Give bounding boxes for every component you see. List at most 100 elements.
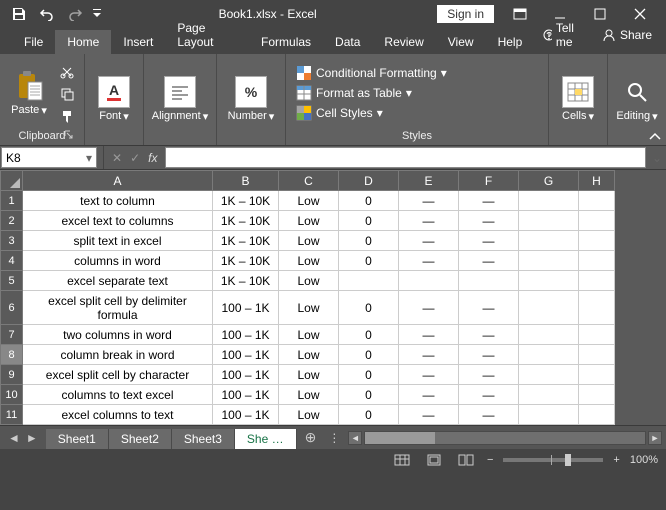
sign-in-button[interactable]: Sign in <box>437 5 494 23</box>
tab-review[interactable]: Review <box>372 30 435 54</box>
cell[interactable] <box>579 365 615 385</box>
tell-me-button[interactable]: ?Tell me <box>534 16 590 54</box>
tab-insert[interactable]: Insert <box>111 30 165 54</box>
cell[interactable]: column break in word <box>23 345 213 365</box>
row-header[interactable]: 5 <box>1 271 23 291</box>
cell[interactable]: — <box>399 385 459 405</box>
worksheet-grid[interactable]: A B C D E F G H 1 text to column 1K – 10… <box>0 170 666 425</box>
cell[interactable]: — <box>399 291 459 325</box>
editing-button[interactable]: Editing▾ <box>614 74 660 125</box>
clipboard-dialog-launcher[interactable] <box>64 130 76 142</box>
cell[interactable]: — <box>399 251 459 271</box>
cell[interactable]: 100 – 1K <box>213 365 279 385</box>
cell[interactable]: — <box>459 365 519 385</box>
cell[interactable]: — <box>399 325 459 345</box>
tab-home[interactable]: Home <box>55 30 111 54</box>
page-layout-view-button[interactable] <box>423 451 445 469</box>
cell[interactable]: Low <box>279 211 339 231</box>
cells-button[interactable]: Cells▾ <box>555 74 601 125</box>
cell[interactable] <box>519 365 579 385</box>
row-header[interactable]: 6 <box>1 291 23 325</box>
cell[interactable]: 100 – 1K <box>213 291 279 325</box>
sheet-tab[interactable]: Sheet3 <box>172 429 235 449</box>
font-button[interactable]: AFont▾ <box>91 74 137 125</box>
row-header[interactable]: 8 <box>1 345 23 365</box>
collapse-ribbon-button[interactable] <box>648 131 662 143</box>
cell[interactable]: — <box>459 231 519 251</box>
cell[interactable]: Low <box>279 251 339 271</box>
cell[interactable] <box>459 271 519 291</box>
cell[interactable]: excel split cell by character <box>23 365 213 385</box>
cell[interactable] <box>579 291 615 325</box>
cell[interactable]: split text in excel <box>23 231 213 251</box>
qat-customize-button[interactable] <box>90 2 104 26</box>
cell[interactable]: 100 – 1K <box>213 345 279 365</box>
cell[interactable]: 0 <box>339 405 399 425</box>
cell[interactable]: 1K – 10K <box>213 271 279 291</box>
cell[interactable]: text to column <box>23 191 213 211</box>
cell[interactable]: excel split cell by delimiter formula <box>23 291 213 325</box>
row-header[interactable]: 3 <box>1 231 23 251</box>
cell[interactable]: Low <box>279 325 339 345</box>
sheet-tab[interactable]: Sheet2 <box>109 429 172 449</box>
tab-view[interactable]: View <box>436 30 486 54</box>
column-header[interactable]: G <box>519 171 579 191</box>
cell[interactable]: — <box>459 405 519 425</box>
cell[interactable]: 0 <box>339 211 399 231</box>
cell[interactable]: — <box>459 385 519 405</box>
tab-help[interactable]: Help <box>486 30 535 54</box>
scrollbar-track[interactable] <box>364 431 646 445</box>
cell[interactable]: 100 – 1K <box>213 325 279 345</box>
cell[interactable]: 1K – 10K <box>213 191 279 211</box>
scroll-left-button[interactable]: ◄ <box>348 431 362 445</box>
tab-data[interactable]: Data <box>323 30 372 54</box>
zoom-slider-handle[interactable] <box>565 454 571 466</box>
cell[interactable]: — <box>399 231 459 251</box>
sheet-tab[interactable]: Sheet1 <box>46 429 109 449</box>
column-header[interactable]: F <box>459 171 519 191</box>
page-break-view-button[interactable] <box>455 451 477 469</box>
row-header[interactable]: 4 <box>1 251 23 271</box>
cell[interactable]: — <box>459 325 519 345</box>
enter-formula-button[interactable]: ✓ <box>130 151 140 165</box>
cell[interactable]: columns in word <box>23 251 213 271</box>
cell[interactable] <box>579 385 615 405</box>
new-sheet-button[interactable]: ⊕ <box>297 429 325 446</box>
cell[interactable]: 1K – 10K <box>213 231 279 251</box>
alignment-button[interactable]: Alignment▾ <box>150 74 210 125</box>
save-button[interactable] <box>6 2 32 26</box>
cell[interactable] <box>519 271 579 291</box>
column-header[interactable]: C <box>279 171 339 191</box>
cell[interactable]: — <box>459 345 519 365</box>
cell[interactable] <box>579 211 615 231</box>
share-button[interactable]: Share <box>594 23 660 47</box>
zoom-out-button[interactable]: − <box>487 454 493 466</box>
row-header[interactable]: 1 <box>1 191 23 211</box>
cell[interactable] <box>579 405 615 425</box>
cancel-formula-button[interactable]: ✕ <box>112 151 122 165</box>
cell[interactable] <box>519 231 579 251</box>
zoom-slider[interactable] <box>503 458 603 462</box>
cell[interactable] <box>519 251 579 271</box>
copy-button[interactable] <box>56 84 78 104</box>
cell[interactable]: Low <box>279 271 339 291</box>
select-all-button[interactable] <box>1 171 23 191</box>
format-painter-button[interactable] <box>56 106 78 126</box>
row-header[interactable]: 11 <box>1 405 23 425</box>
cell[interactable]: 0 <box>339 385 399 405</box>
cell[interactable]: — <box>399 365 459 385</box>
format-as-table-button[interactable]: Format as Table▾ <box>292 84 451 102</box>
cell[interactable]: — <box>399 191 459 211</box>
number-button[interactable]: %Number▾ <box>223 74 279 125</box>
cell[interactable]: Low <box>279 191 339 211</box>
expand-formula-bar-button[interactable]: ⌄ <box>648 146 666 169</box>
paste-button[interactable]: Paste▾ <box>6 68 52 119</box>
scroll-right-button[interactable]: ► <box>648 431 662 445</box>
cell[interactable] <box>579 251 615 271</box>
column-header[interactable]: D <box>339 171 399 191</box>
cell[interactable]: excel text to columns <box>23 211 213 231</box>
formula-bar[interactable] <box>165 147 646 168</box>
cell[interactable]: Low <box>279 231 339 251</box>
cell[interactable] <box>519 405 579 425</box>
column-header[interactable]: A <box>23 171 213 191</box>
